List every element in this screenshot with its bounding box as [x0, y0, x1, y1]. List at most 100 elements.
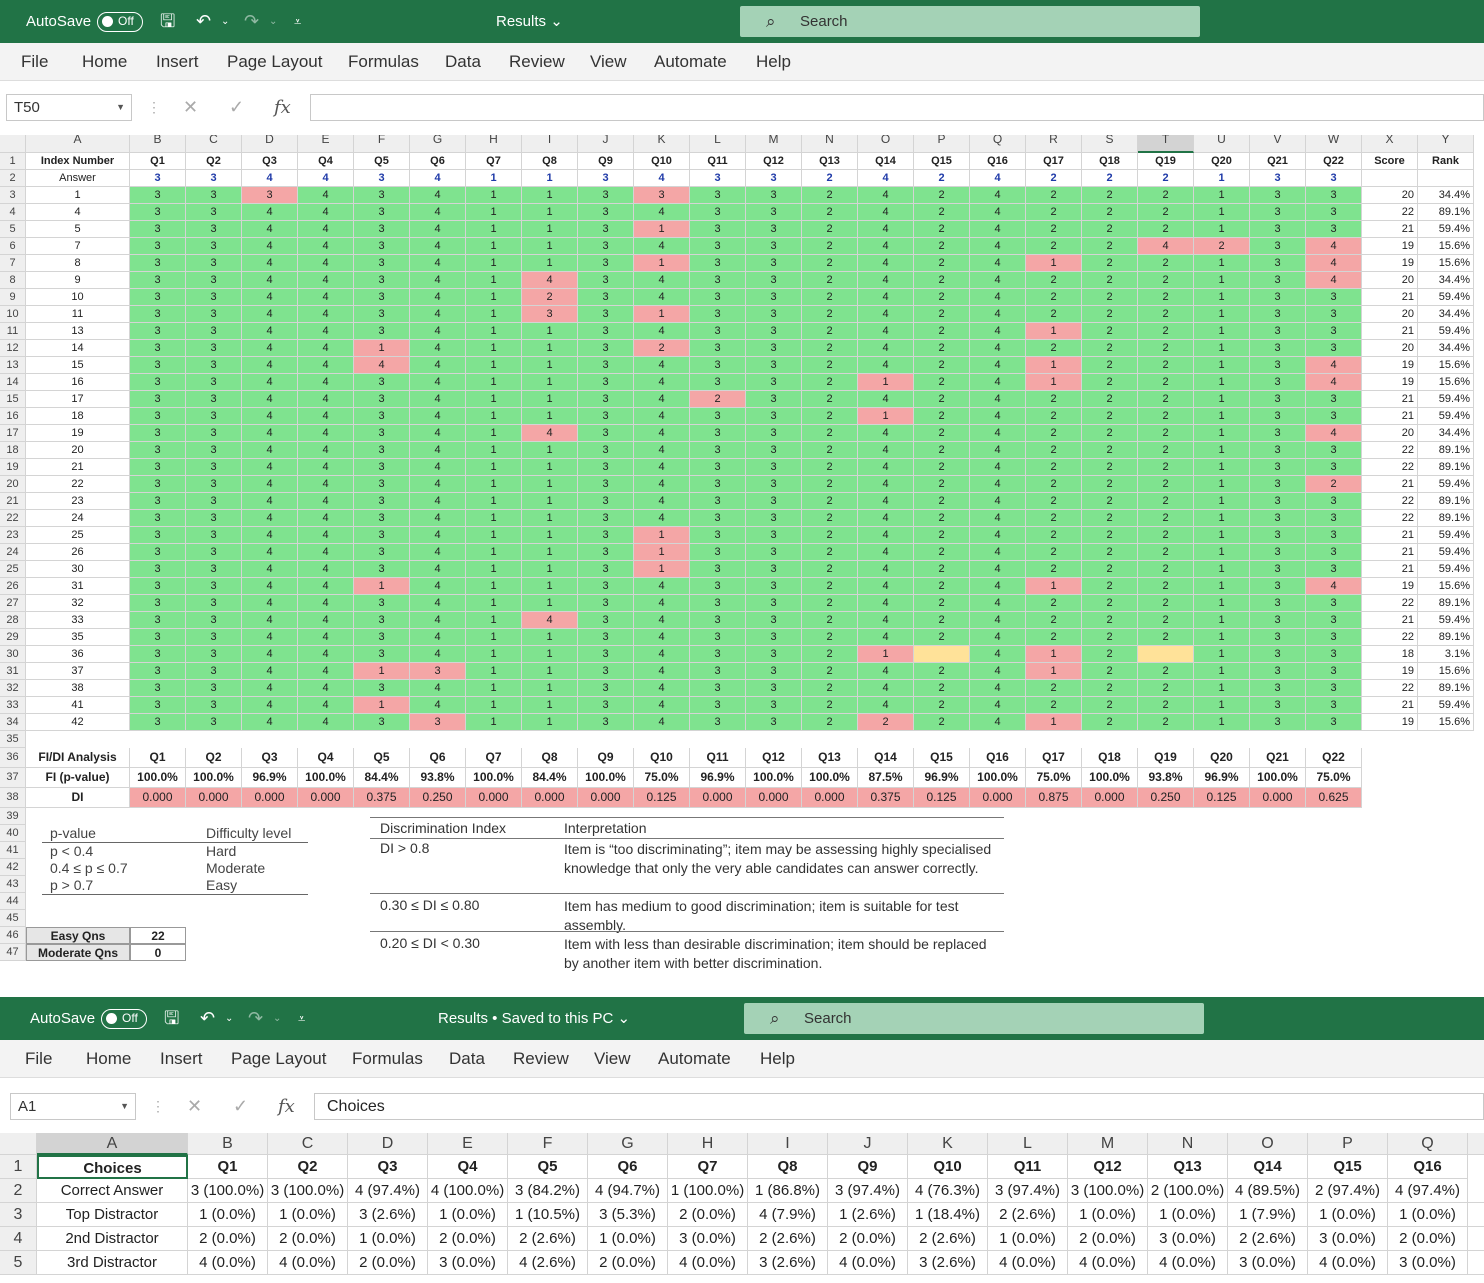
index-number-cell[interactable]: 32: [26, 595, 130, 612]
response-cell-q15[interactable]: 2: [914, 527, 970, 544]
row-header[interactable]: 5: [0, 1251, 37, 1275]
response-cell-q10[interactable]: 4: [634, 238, 690, 255]
response-cell-q14[interactable]: 4: [858, 663, 914, 680]
response-cell-q9[interactable]: 3: [578, 323, 634, 340]
empty-cell[interactable]: [1362, 170, 1418, 187]
response-cell-q3[interactable]: 4: [242, 476, 298, 493]
choice-cell[interactable]: 1 (100.0%): [668, 1179, 748, 1203]
di-value-cell[interactable]: 0.375: [858, 788, 914, 808]
response-cell-q9[interactable]: 3: [578, 238, 634, 255]
rank-cell[interactable]: 59.4%: [1418, 408, 1474, 425]
response-cell-q19[interactable]: 2: [1138, 204, 1194, 221]
response-cell-q13[interactable]: 2: [802, 221, 858, 238]
answer-cell[interactable]: 3: [354, 170, 410, 187]
response-cell-q9[interactable]: 3: [578, 714, 634, 731]
response-cell-q8[interactable]: 1: [522, 476, 578, 493]
response-cell-q14[interactable]: 4: [858, 187, 914, 204]
response-cell-q4[interactable]: 4: [298, 646, 354, 663]
response-cell-q6[interactable]: 4: [410, 221, 466, 238]
response-cell-q22[interactable]: 4: [1306, 425, 1362, 442]
response-cell-q11[interactable]: 3: [690, 289, 746, 306]
response-cell-q18[interactable]: 2: [1082, 714, 1138, 731]
header-cell[interactable]: Q1: [130, 153, 186, 170]
response-cell-q13[interactable]: 2: [802, 544, 858, 561]
choice-cell[interactable]: 4 (97.4%): [348, 1179, 428, 1203]
response-cell-q14[interactable]: 4: [858, 306, 914, 323]
response-cell-q4[interactable]: 4: [298, 714, 354, 731]
response-cell-q19[interactable]: 2: [1138, 629, 1194, 646]
response-cell-q17[interactable]: 2: [1026, 221, 1082, 238]
column-header-k[interactable]: K: [634, 135, 690, 153]
response-cell-q7[interactable]: 1: [466, 238, 522, 255]
response-cell-q11[interactable]: 3: [690, 408, 746, 425]
response-cell-q8[interactable]: 1: [522, 646, 578, 663]
row-header[interactable]: 13: [0, 357, 26, 374]
response-cell-q6[interactable]: 4: [410, 510, 466, 527]
column-header-f[interactable]: F: [354, 135, 410, 153]
fi-value-cell[interactable]: 100.0%: [130, 768, 186, 788]
response-cell-q4[interactable]: 4: [298, 561, 354, 578]
response-cell-q7[interactable]: 1: [466, 680, 522, 697]
rank-cell[interactable]: 59.4%: [1418, 697, 1474, 714]
response-cell-q12[interactable]: 3: [746, 289, 802, 306]
row-header[interactable]: 28: [0, 612, 26, 629]
response-cell-q17[interactable]: 1: [1026, 714, 1082, 731]
response-cell-q20[interactable]: 1: [1194, 306, 1250, 323]
header-cell[interactable]: Q14: [858, 153, 914, 170]
response-cell-q14[interactable]: 4: [858, 204, 914, 221]
response-cell-q8[interactable]: 1: [522, 238, 578, 255]
row-header[interactable]: 8: [0, 272, 26, 289]
response-cell-q17[interactable]: 2: [1026, 697, 1082, 714]
response-cell-q7[interactable]: 1: [466, 459, 522, 476]
menu-help[interactable]: Help: [756, 43, 791, 81]
column-header-y[interactable]: Y: [1418, 135, 1474, 153]
response-cell-q2[interactable]: 3: [186, 323, 242, 340]
score-cell[interactable]: 21: [1362, 544, 1418, 561]
response-cell-q12[interactable]: 3: [746, 663, 802, 680]
response-cell-q3[interactable]: 3: [242, 187, 298, 204]
response-cell-q10[interactable]: 4: [634, 578, 690, 595]
response-cell-q14[interactable]: 4: [858, 595, 914, 612]
response-cell-q20[interactable]: 2: [1194, 238, 1250, 255]
response-cell-q5[interactable]: 3: [354, 629, 410, 646]
response-cell-q14[interactable]: 4: [858, 612, 914, 629]
response-cell-q16[interactable]: 4: [970, 697, 1026, 714]
choice-cell[interactable]: 3 (2.6%): [748, 1251, 828, 1275]
choice-cell[interactable]: Correct Answer: [37, 1179, 188, 1203]
response-cell-q9[interactable]: 3: [578, 527, 634, 544]
header-cell[interactable]: Q12: [746, 153, 802, 170]
response-cell-q22[interactable]: 3: [1306, 493, 1362, 510]
response-cell-q3[interactable]: 4: [242, 595, 298, 612]
response-cell-q19[interactable]: 2: [1138, 340, 1194, 357]
response-cell-q17[interactable]: 2: [1026, 306, 1082, 323]
fi-value-cell[interactable]: 100.0%: [578, 768, 634, 788]
response-cell-q1[interactable]: 3: [130, 442, 186, 459]
response-cell-q15[interactable]: [914, 646, 970, 663]
response-cell-q3[interactable]: 4: [242, 510, 298, 527]
response-cell-q18[interactable]: 2: [1082, 187, 1138, 204]
response-cell-q4[interactable]: 4: [298, 408, 354, 425]
response-cell-q14[interactable]: 1: [858, 374, 914, 391]
response-cell-q4[interactable]: 4: [298, 357, 354, 374]
header-cell[interactable]: Q14: [1228, 1155, 1308, 1179]
response-cell-q8[interactable]: 4: [522, 272, 578, 289]
response-cell-q7[interactable]: 1: [466, 289, 522, 306]
response-cell-q16[interactable]: 4: [970, 357, 1026, 374]
menu-automate[interactable]: Automate: [654, 43, 727, 81]
response-cell-q17[interactable]: 1: [1026, 663, 1082, 680]
response-cell-q16[interactable]: 4: [970, 340, 1026, 357]
response-cell-q4[interactable]: 4: [298, 289, 354, 306]
response-cell-q9[interactable]: 3: [578, 561, 634, 578]
response-cell-q22[interactable]: 3: [1306, 714, 1362, 731]
response-cell-q7[interactable]: 1: [466, 357, 522, 374]
response-cell-q2[interactable]: 3: [186, 187, 242, 204]
row-header[interactable]: 4: [0, 1227, 37, 1251]
response-cell-q18[interactable]: 2: [1082, 289, 1138, 306]
di-value-cell[interactable]: 0.125: [914, 788, 970, 808]
response-cell-q18[interactable]: 2: [1082, 306, 1138, 323]
response-cell-q20[interactable]: 1: [1194, 340, 1250, 357]
column-header-d[interactable]: D: [242, 135, 298, 153]
response-cell-q12[interactable]: 3: [746, 459, 802, 476]
response-cell-q7[interactable]: 1: [466, 221, 522, 238]
response-cell-q16[interactable]: 4: [970, 544, 1026, 561]
